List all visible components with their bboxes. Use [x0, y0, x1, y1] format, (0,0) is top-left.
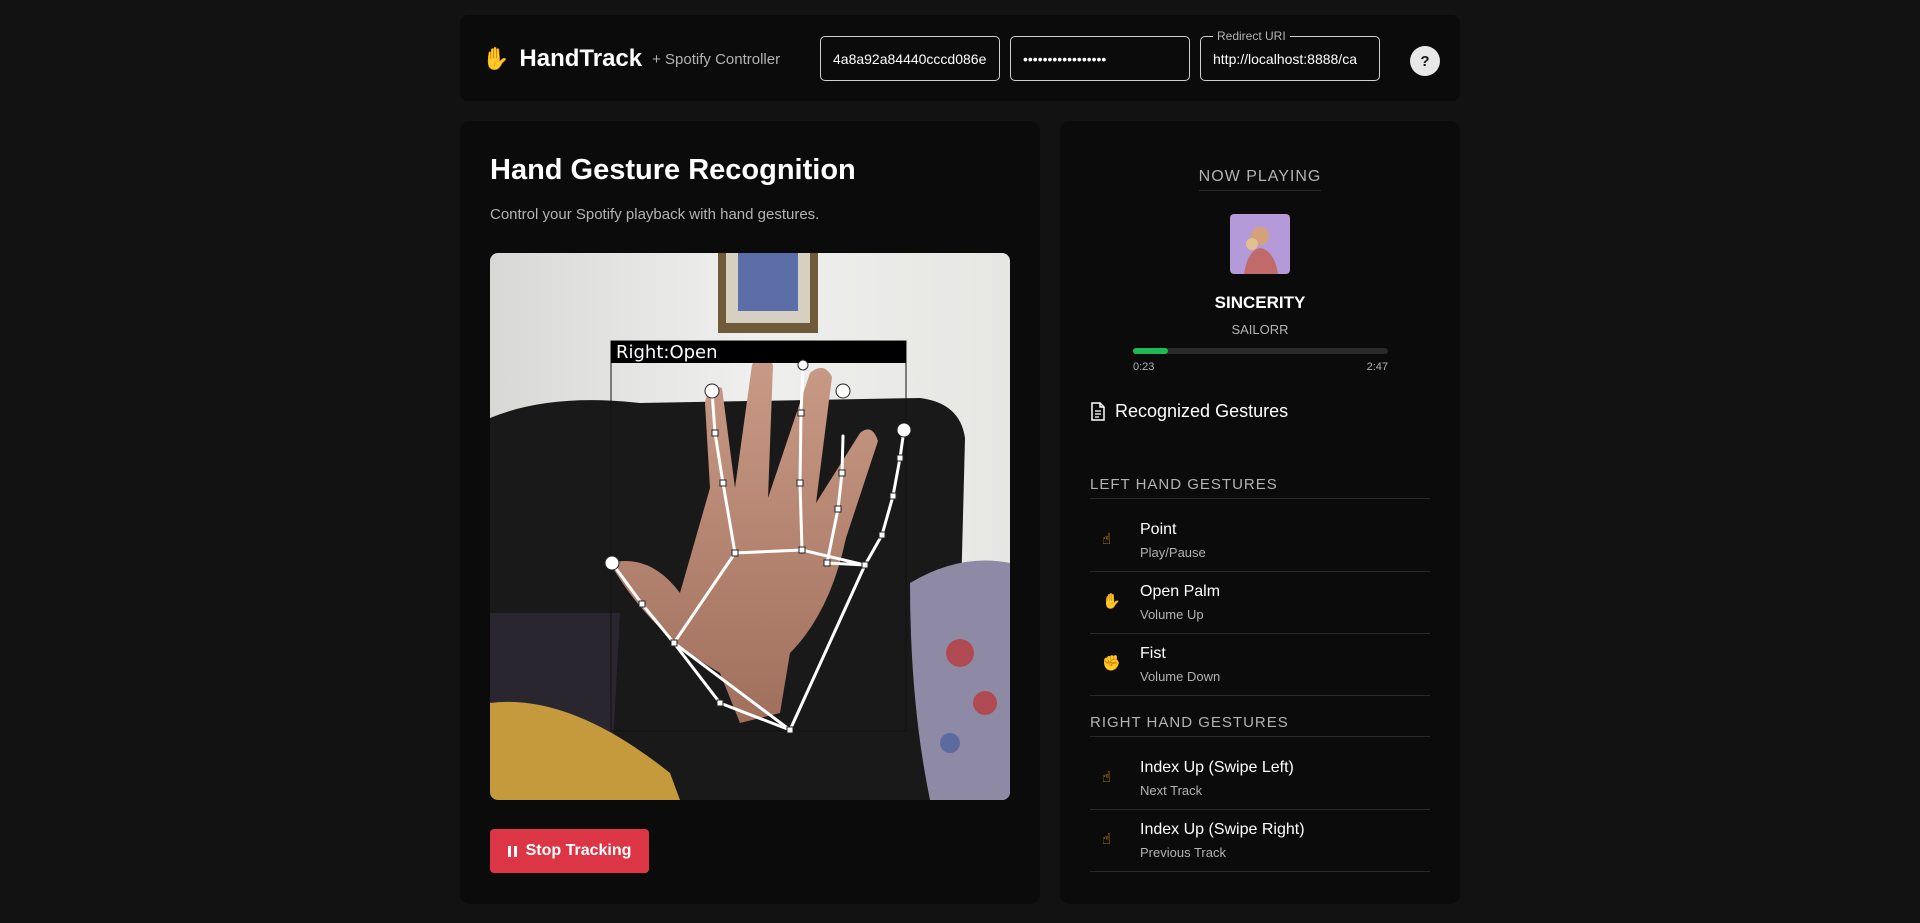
pause-icon: [507, 845, 517, 857]
hand-icon: ✋: [482, 46, 510, 71]
app-header: ✋ HandTrack + Spotify Controller Redirec…: [460, 15, 1460, 101]
recognized-gestures-heading: Recognized Gestures: [1090, 401, 1288, 422]
track-artist: SAILORR: [1231, 322, 1289, 337]
now-playing-heading: NOW PLAYING: [1060, 168, 1460, 191]
stop-tracking-label: Stop Tracking: [525, 842, 632, 859]
point-icon: ☝: [1102, 831, 1112, 848]
client-id-input[interactable]: [821, 37, 999, 80]
point-icon: ☝: [1102, 769, 1112, 786]
gesture-name: Fist: [1140, 645, 1166, 662]
help-button[interactable]: ?: [1410, 46, 1440, 76]
page-title: Hand Gesture Recognition: [490, 154, 856, 186]
gesture-label: Right:Open: [616, 342, 718, 363]
gesture-name: Open Palm: [1140, 583, 1221, 600]
page-description: Control your Spotify playback with hand …: [490, 206, 820, 223]
total-time: 2:47: [1366, 361, 1388, 373]
document-icon: [1091, 402, 1105, 421]
gesture-name: Index Up (Swipe Right): [1140, 821, 1305, 838]
client-secret-field-wrapper: [1010, 36, 1190, 81]
fist-icon: ✊: [1102, 655, 1121, 672]
camera-frame: Right:Open: [490, 253, 1010, 800]
open-palm-icon: ✋: [1102, 593, 1121, 610]
stop-tracking-button[interactable]: Stop Tracking: [490, 829, 649, 873]
spotify-panel: NOW PLAYING SINCERITY SAILORR 0:23 2:47 …: [1060, 121, 1460, 904]
gesture-action: Next Track: [1140, 783, 1203, 798]
redirect-uri-input[interactable]: [1201, 37, 1379, 80]
client-secret-input[interactable]: [1011, 37, 1189, 80]
playback-progress[interactable]: [1133, 348, 1388, 354]
gesture-panel: Hand Gesture Recognition Control your Sp…: [460, 121, 1040, 904]
gesture-name: Point: [1140, 521, 1177, 538]
redirect-uri-label: Redirect URI: [1213, 29, 1290, 43]
current-time: 0:23: [1133, 361, 1155, 373]
gesture-action: Volume Down: [1140, 669, 1221, 684]
gesture-item: ☝ Point Play/Pause: [1090, 510, 1430, 572]
gesture-item: ☝ Index Up (Swipe Left) Next Track: [1090, 748, 1430, 810]
album-art: [1230, 214, 1290, 274]
right-hand-heading: RIGHT HAND GESTURES: [1090, 714, 1430, 737]
left-hand-heading: LEFT HAND GESTURES: [1090, 476, 1430, 499]
gesture-action: Previous Track: [1140, 845, 1226, 860]
gesture-name: Index Up (Swipe Left): [1140, 759, 1294, 776]
point-icon: ☝: [1102, 531, 1112, 548]
playback-progress-fill: [1133, 348, 1169, 354]
track-title: SINCERITY: [1214, 293, 1306, 312]
gesture-action: Volume Up: [1140, 607, 1204, 622]
app-title: HandTrack: [519, 45, 643, 72]
logo: ✋ HandTrack + Spotify Controller: [482, 45, 780, 73]
app-subtitle: + Spotify Controller: [652, 50, 781, 68]
client-id-field-wrapper: [820, 36, 1000, 81]
gesture-action: Play/Pause: [1140, 545, 1206, 560]
gesture-item: ✋ Open Palm Volume Up: [1090, 572, 1430, 634]
camera-feed: Right:Open: [490, 253, 1010, 800]
gesture-item: ✊ Fist Volume Down: [1090, 634, 1430, 696]
gesture-item: ☝ Index Up (Swipe Right) Previous Track: [1090, 810, 1430, 872]
redirect-uri-field-wrapper: Redirect URI: [1200, 29, 1380, 81]
